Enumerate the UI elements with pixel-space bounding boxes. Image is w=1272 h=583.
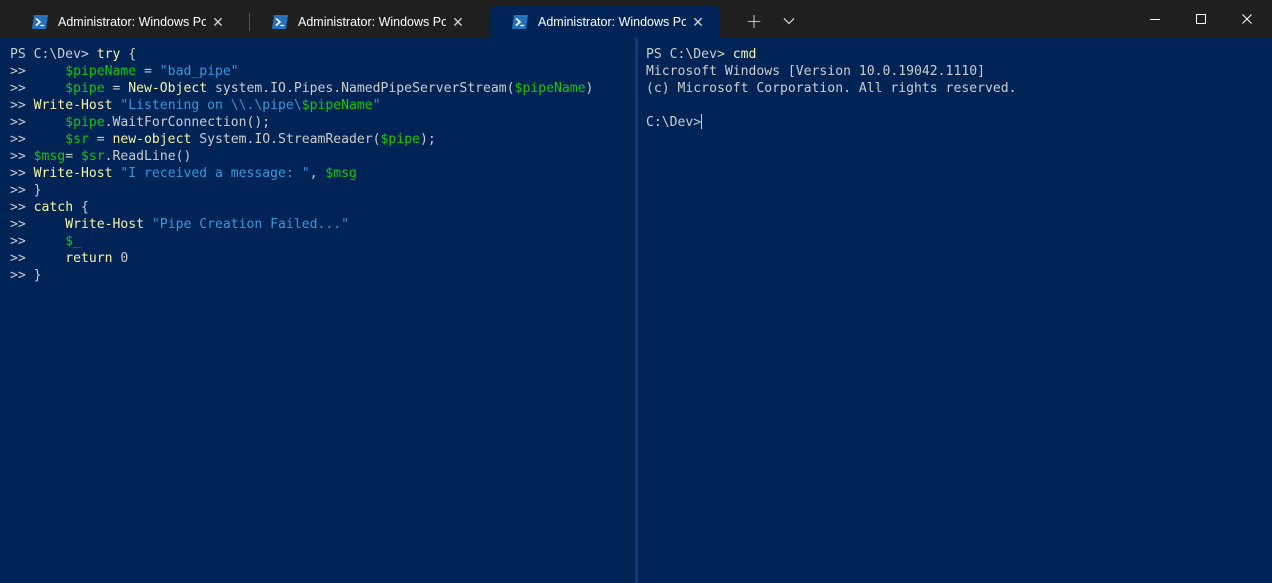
terminal-text: = [65,149,81,164]
close-icon[interactable]: ✕ [690,14,706,30]
terminal-line: PS C:\Dev> try { [10,46,635,63]
powershell-icon [272,15,288,29]
terminal-text: $pipeName [65,64,137,79]
terminal-text: Write-Host [65,217,145,232]
tab-powershell-1[interactable]: Administrator: Windows PowerShell ✕ [10,6,240,38]
powershell-icon [32,15,48,29]
plus-icon[interactable]: + [744,11,764,31]
terminal-text: catch [33,200,74,215]
terminal-text: System.IO.StreamReader( [191,132,381,147]
terminal-line: >> $pipe.WaitForConnection(); [10,114,635,131]
terminal-line: >> Write-Host "Pipe Creation Failed..." [10,216,635,233]
terminal-text: $pipeName [514,81,586,96]
terminal-text: $sr [65,132,89,147]
terminal-text: ) [585,81,594,96]
minimize-icon[interactable] [1132,0,1178,38]
terminal-text: "Pipe Creation Failed..." [151,217,349,232]
terminal-text: Write-Host [33,98,113,113]
terminal-text: $pipeName [301,98,373,113]
terminal-text: , [309,166,326,181]
terminal-text: .WaitForConnection(); [104,115,271,130]
tab-title: Administrator: Windows PowerShell [58,15,206,29]
terminal-text: Microsoft Windows [Version 10.0.19042.11… [646,64,985,79]
close-icon[interactable]: ✕ [450,14,466,30]
terminal-text: >> [10,251,66,266]
tab-title: Administrator: Windows PowerShell [538,15,686,29]
terminal-text: Write-Host [33,166,113,181]
maximize-icon[interactable] [1178,0,1224,38]
terminal-text: 0 [112,251,129,266]
close-icon[interactable] [1224,0,1270,38]
terminal-text: " [372,98,381,113]
terminal-text: >> [10,81,66,96]
terminal-text: >> [10,132,66,147]
text-cursor [701,114,703,129]
terminal-text: >> [10,234,66,249]
chevron-down-icon[interactable] [779,11,799,31]
terminal-text: cmd [732,47,757,62]
terminal-text: { [120,47,137,62]
tab-powershell-3[interactable]: Administrator: Windows PowerShell ✕ [490,6,720,38]
terminal-text: PS C:\Dev> [10,47,97,62]
terminal-text: >> [10,200,34,215]
terminal-line: (c) Microsoft Corporation. All rights re… [646,80,1272,97]
terminal-text: New-Object [128,81,208,96]
terminal-text: >> [10,64,66,79]
close-icon[interactable]: ✕ [210,14,226,30]
terminal-line: >> Write-Host "Listening on \\.\pipe\$pi… [10,97,635,114]
terminal-text: >> } [10,183,42,198]
terminal-line: >> catch { [10,199,635,216]
terminal-text: $pipe [380,132,420,147]
terminal-text: "I received a message: " [120,166,310,181]
terminal-text: $sr [80,149,105,164]
terminal-text: >> } [10,268,42,283]
powershell-icon [512,15,528,29]
terminal-text: try [96,47,121,62]
terminal-line: >> } [10,267,635,284]
terminal-line: >> $pipeName = "bad_pipe" [10,63,635,80]
tab-title: Administrator: Windows PowerShell [298,15,446,29]
terminal-text: PS C:\Dev> [646,47,733,62]
terminal-text: = [104,81,129,96]
terminal-text: (c) Microsoft Corporation. All rights re… [646,81,1017,96]
terminal-text: = [88,132,113,147]
terminal-text: >> [10,149,34,164]
terminal-line: >> } [10,182,635,199]
terminal-pane-powershell[interactable]: PS C:\Dev> try {>> $pipeName = "bad_pipe… [0,38,635,583]
terminal-line: >> $msg= $sr.ReadLine() [10,148,635,165]
tab-powershell-2[interactable]: Administrator: Windows PowerShell ✕ [250,6,480,38]
terminal-text: $_ [65,234,81,249]
terminal-line: Microsoft Windows [Version 10.0.19042.11… [646,63,1272,80]
title-bar: Administrator: Windows PowerShell ✕ Admi… [0,0,1272,38]
terminal-text: return [65,251,113,266]
terminal-line: >> $pipe = New-Object system.IO.Pipes.Na… [10,80,635,97]
terminal-text: { [73,200,89,215]
terminal-text: $pipe [65,81,105,96]
terminal-line: C:\Dev> [646,114,1272,131]
terminal-text: "Listening on \\.\pipe\ [120,98,302,113]
terminal-line: >> Write-Host "I received a message: ", … [10,165,635,182]
terminal-line: >> return 0 [10,250,635,267]
terminal-line: >> $_ [10,233,635,250]
terminal-line: PS C:\Dev> cmd [646,46,1272,63]
terminal-text: C:\Dev> [646,115,702,130]
terminal-text: ); [419,132,436,147]
terminal-text: new-object [112,132,192,147]
terminal-text: .ReadLine() [104,149,192,164]
terminal-text: $pipe [65,115,105,130]
terminal-line: >> $sr = new-object System.IO.StreamRead… [10,131,635,148]
terminal-text: $msg [33,149,66,164]
terminal-text: >> [10,115,66,130]
terminal-text: >> [10,217,66,232]
terminal-text: = [136,64,160,79]
terminal-text: >> [10,98,34,113]
terminal-text: "bad_pipe" [159,64,239,79]
terminal-text: system.IO.Pipes.NamedPipeServerStream( [207,81,515,96]
terminal-text: >> [10,166,34,181]
terminal-text: $msg [325,166,357,181]
terminal-pane-cmd[interactable]: PS C:\Dev> cmd Microsoft Windows [Version… [638,38,1272,583]
